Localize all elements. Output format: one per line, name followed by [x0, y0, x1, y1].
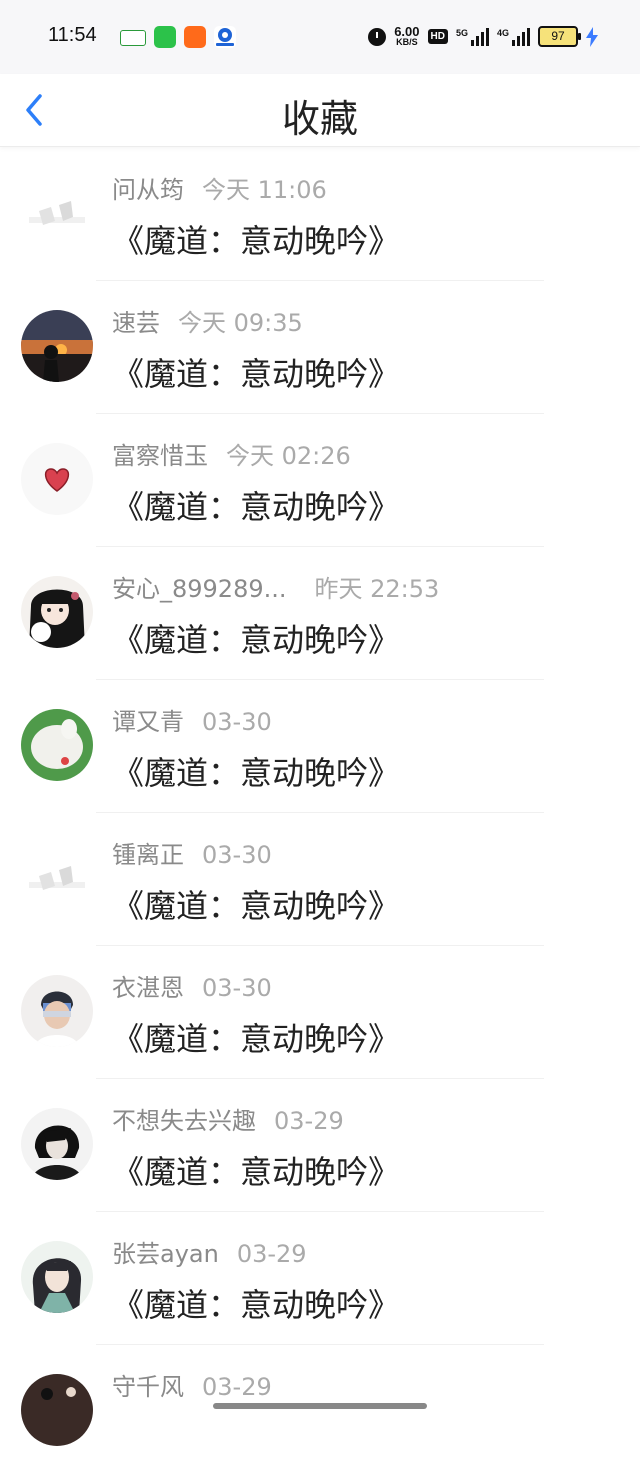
avatar	[21, 1374, 93, 1446]
list-item[interactable]: 问从筠 今天 11:06 《魔道：意动晚吟》	[0, 148, 640, 281]
network-speed: 6.00 KB/S	[394, 23, 420, 47]
item-user-name: 安心_899289...	[112, 575, 287, 603]
list-item[interactable]: 锺离正 03-30 《魔道：意动晚吟》	[0, 813, 640, 946]
avatar	[21, 709, 93, 781]
item-timestamp: 昨天 22:53	[314, 575, 440, 603]
avatar	[21, 975, 93, 1047]
item-title: 《魔道：意动晚吟》	[112, 621, 401, 659]
list-item[interactable]: 衣湛恩 03-30 《魔道：意动晚吟》	[0, 946, 640, 1079]
item-title: 《魔道：意动晚吟》	[112, 754, 401, 792]
item-timestamp: 03-29	[202, 1373, 272, 1401]
list-item[interactable]: 安心_899289... 昨天 22:53 《魔道：意动晚吟》	[0, 547, 640, 680]
hd-badge: HD	[427, 29, 448, 44]
signal-4g-icon: 4G	[497, 27, 530, 46]
avatar	[21, 1241, 93, 1313]
item-user-name: 速芸	[112, 309, 160, 337]
list-item[interactable]: 守千风 03-29	[0, 1345, 640, 1478]
notification-icons	[120, 26, 236, 48]
item-title: 《魔道：意动晚吟》	[112, 1286, 401, 1324]
list-item[interactable]: 富察惜玉 今天 02:26 《魔道：意动晚吟》	[0, 414, 640, 547]
oppo-app-icon	[120, 30, 146, 46]
item-user-name: 谭又青	[112, 708, 184, 736]
wechat-icon	[154, 26, 176, 48]
item-title: 《魔道：意动晚吟》	[112, 887, 401, 925]
home-indicator[interactable]	[213, 1403, 427, 1409]
alarm-icon	[368, 27, 387, 46]
list-item[interactable]: 速芸 今天 09:35 《魔道：意动晚吟》	[0, 281, 640, 414]
item-timestamp: 今天 02:26	[226, 442, 351, 470]
avatar	[21, 310, 93, 382]
item-user-name: 富察惜玉	[112, 442, 208, 470]
item-user-name: 锺离正	[112, 841, 184, 869]
status-bar: 11:54 6.00 KB/S HD 5G 4G 97	[0, 0, 640, 74]
item-user-name: 不想失去兴趣	[112, 1107, 256, 1135]
item-timestamp: 03-30	[202, 974, 272, 1002]
browser-icon	[214, 26, 236, 48]
item-title: 《魔道：意动晚吟》	[112, 222, 401, 260]
status-time: 11:54	[48, 24, 97, 46]
list-item[interactable]: 张芸ayan 03-29 《魔道：意动晚吟》	[0, 1212, 640, 1345]
item-title: 《魔道：意动晚吟》	[112, 1153, 401, 1191]
status-indicators: 6.00 KB/S HD 5G 4G 97	[368, 23, 598, 47]
list-item[interactable]: 谭又青 03-30 《魔道：意动晚吟》	[0, 680, 640, 813]
item-user-name: 守千风	[112, 1373, 184, 1401]
item-user-name: 张芸ayan	[112, 1240, 219, 1268]
avatar	[21, 1108, 93, 1180]
battery-icon: 97	[538, 26, 581, 47]
item-timestamp: 今天 11:06	[202, 176, 327, 204]
avatar	[21, 576, 93, 648]
avatar	[21, 443, 93, 515]
item-timestamp: 03-29	[236, 1240, 307, 1268]
avatar	[21, 177, 93, 249]
header: 收藏	[0, 74, 640, 147]
item-title: 《魔道：意动晚吟》	[112, 355, 401, 393]
list-item[interactable]: 不想失去兴趣 03-29 《魔道：意动晚吟》	[0, 1079, 640, 1212]
page-title: 收藏	[281, 97, 358, 141]
signal-5g-icon: 5G	[456, 27, 489, 46]
avatar	[21, 842, 93, 914]
favorites-list: 问从筠 今天 11:06 《魔道：意动晚吟》 速芸 今天 09:35 《魔道：意动晚…	[0, 148, 640, 1478]
item-timestamp: 03-30	[202, 708, 272, 736]
charging-bolt-icon	[586, 26, 598, 47]
item-title: 《魔道：意动晚吟》	[112, 488, 401, 526]
item-timestamp: 03-30	[202, 841, 272, 869]
item-timestamp: 03-29	[274, 1107, 344, 1135]
taobao-icon	[184, 26, 206, 48]
item-timestamp: 今天 09:35	[178, 309, 303, 337]
item-title: 《魔道：意动晚吟》	[112, 1020, 401, 1058]
item-user-name: 问从筠	[112, 176, 184, 204]
item-user-name: 衣湛恩	[112, 974, 184, 1002]
